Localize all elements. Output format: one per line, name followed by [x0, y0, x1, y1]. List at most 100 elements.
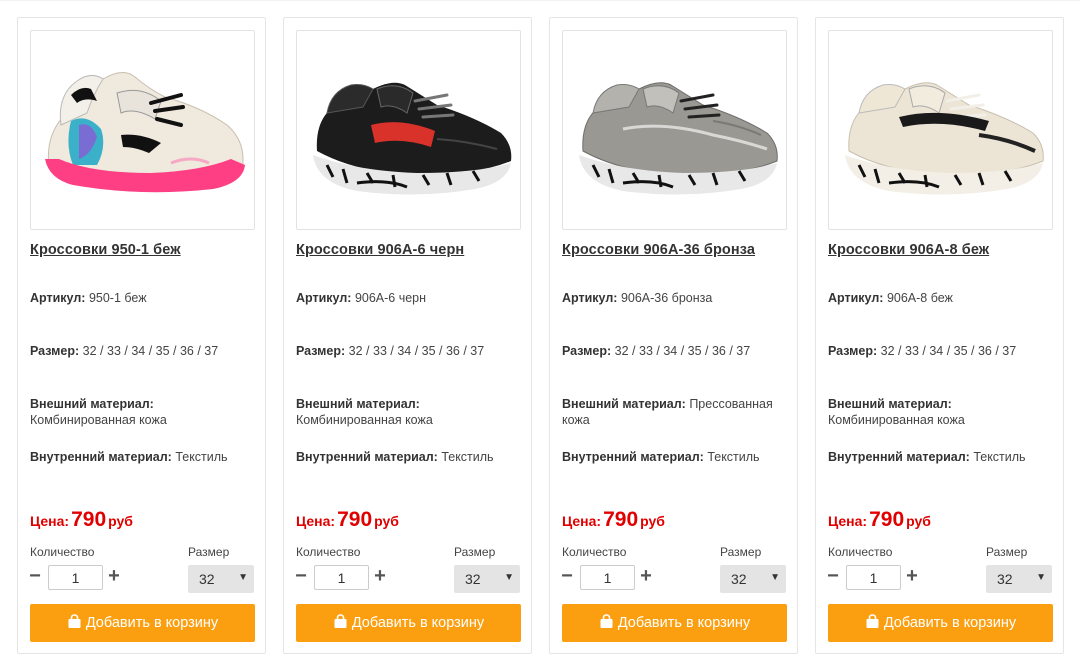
add-to-cart-label: Добавить в корзину [351, 615, 485, 631]
price-currency: руб [906, 513, 931, 529]
size-select-value: 32 [997, 571, 1013, 587]
size-select[interactable]: 32 ▼ [454, 565, 520, 593]
size-select[interactable]: 32 ▼ [720, 565, 786, 593]
add-to-cart-button[interactable]: Добавить в корзину [30, 604, 255, 642]
size-label: Размер: [296, 344, 346, 358]
product-sizes: Размер: 32 / 33 / 34 / 35 / 36 / 37 [30, 343, 258, 359]
article-value: 906А-36 бронза [620, 291, 713, 305]
product-image[interactable] [828, 30, 1053, 230]
size-select-value: 32 [465, 571, 481, 587]
add-to-cart-button[interactable]: Добавить в корзину [562, 604, 787, 642]
size-select-label: Размер [986, 545, 1028, 559]
top-divider [0, 0, 1080, 1]
quantity-input[interactable] [846, 565, 901, 590]
quantity-increase-button[interactable]: + [372, 566, 388, 588]
product-price: Цена:790 руб [828, 508, 931, 532]
inner-material-label: Внутренний материал: [30, 450, 172, 464]
quantity-decrease-button[interactable]: − [27, 566, 43, 588]
size-select-value: 32 [731, 571, 747, 587]
product-sizes: Размер: 32 / 33 / 34 / 35 / 36 / 37 [828, 343, 1056, 359]
quantity-decrease-button[interactable]: − [293, 566, 309, 588]
product-title-link[interactable]: Кроссовки 906А-6 черн [296, 242, 464, 258]
price-currency: руб [640, 513, 665, 529]
price-value: 790 [603, 508, 639, 531]
dropdown-arrow-icon: ▼ [504, 572, 514, 583]
outer-material-value: Комбинированная кожа [30, 413, 167, 427]
size-select[interactable]: 32 ▼ [188, 565, 254, 593]
quantity-label: Количество [30, 545, 95, 559]
size-select-value: 32 [199, 571, 215, 587]
product-inner-material: Внутренний материал: Текстиль [828, 449, 1056, 465]
dropdown-arrow-icon: ▼ [1036, 572, 1046, 583]
price-label: Цена: [296, 513, 336, 529]
product-card: Кроссовки 906А-8 беж Артикул: 906А-8 беж… [815, 17, 1064, 654]
add-to-cart-button[interactable]: Добавить в корзину [828, 604, 1053, 642]
article-label: Артикул: [30, 291, 86, 305]
product-card: Кроссовки 950-1 беж Артикул: 950-1 беж Р… [17, 17, 266, 654]
black-sneaker-image [313, 82, 512, 195]
article-label: Артикул: [562, 291, 618, 305]
quantity-label: Количество [828, 545, 893, 559]
dropdown-arrow-icon: ▼ [238, 572, 248, 583]
product-article: Артикул: 906А-8 беж [828, 290, 1056, 306]
article-value: 950-1 беж [88, 291, 147, 305]
product-image[interactable] [30, 30, 255, 230]
product-title-link[interactable]: Кроссовки 906А-8 беж [828, 242, 989, 258]
product-card: Кроссовки 906А-36 бронза Артикул: 906А-3… [549, 17, 798, 654]
quantity-input[interactable] [314, 565, 369, 590]
quantity-increase-button[interactable]: + [638, 566, 654, 588]
size-select-label: Размер [188, 545, 230, 559]
dropdown-arrow-icon: ▼ [770, 572, 780, 583]
inner-material-value: Текстиль [973, 450, 1026, 464]
outer-material-label: Внешний материал: [828, 397, 952, 411]
quantity-increase-button[interactable]: + [904, 566, 920, 588]
outer-material-label: Внешний материал: [296, 397, 420, 411]
product-article: Артикул: 906А-6 черн [296, 290, 524, 306]
size-label: Размер: [30, 344, 80, 358]
price-value: 790 [869, 508, 905, 531]
sizes-value: 32 / 33 / 34 / 35 / 36 / 37 [348, 344, 485, 358]
product-image[interactable] [296, 30, 521, 230]
shopping-bag-icon [600, 614, 613, 628]
quantity-decrease-button[interactable]: − [559, 566, 575, 588]
article-value: 906А-8 беж [886, 291, 953, 305]
article-label: Артикул: [296, 291, 352, 305]
product-article: Артикул: 906А-36 бронза [562, 290, 790, 306]
shopping-bag-icon [866, 614, 879, 628]
size-label: Размер: [562, 344, 612, 358]
quantity-decrease-button[interactable]: − [825, 566, 841, 588]
product-sizes: Размер: 32 / 33 / 34 / 35 / 36 / 37 [296, 343, 524, 359]
sizes-value: 32 / 33 / 34 / 35 / 36 / 37 [880, 344, 1017, 358]
article-label: Артикул: [828, 291, 884, 305]
price-label: Цена: [562, 513, 602, 529]
outer-material-value: Комбинированная кожа [828, 413, 965, 427]
product-outer-material: Внешний материал: Комбинированная кожа [828, 396, 1056, 428]
product-title-link[interactable]: Кроссовки 950-1 беж [30, 242, 181, 258]
product-title-link[interactable]: Кроссовки 906А-36 бронза [562, 242, 755, 258]
outer-material-value: Комбинированная кожа [296, 413, 433, 427]
outer-material-label: Внешний материал: [562, 397, 686, 411]
outer-material-label: Внешний материал: [30, 397, 154, 411]
size-select[interactable]: 32 ▼ [986, 565, 1052, 593]
product-outer-material: Внешний материал: Прессованная кожа [562, 396, 790, 428]
quantity-increase-button[interactable]: + [106, 566, 122, 588]
product-price: Цена:790 руб [30, 508, 133, 532]
product-inner-material: Внутренний материал: Текстиль [562, 449, 790, 465]
quantity-input[interactable] [48, 565, 103, 590]
product-inner-material: Внутренний материал: Текстиль [30, 449, 258, 465]
add-to-cart-label: Добавить в корзину [883, 615, 1017, 631]
quantity-input[interactable] [580, 565, 635, 590]
add-to-cart-label: Добавить в корзину [85, 615, 219, 631]
product-sizes: Размер: 32 / 33 / 34 / 35 / 36 / 37 [562, 343, 790, 359]
add-to-cart-button[interactable]: Добавить в корзину [296, 604, 521, 642]
product-image[interactable] [562, 30, 787, 230]
article-value: 906А-6 черн [354, 291, 427, 305]
product-price: Цена:790 руб [296, 508, 399, 532]
price-currency: руб [374, 513, 399, 529]
product-inner-material: Внутренний материал: Текстиль [296, 449, 524, 465]
price-currency: руб [108, 513, 133, 529]
sizes-value: 32 / 33 / 34 / 35 / 36 / 37 [82, 344, 219, 358]
product-card: Кроссовки 906А-6 черн Артикул: 906А-6 че… [283, 17, 532, 654]
inner-material-label: Внутренний материал: [296, 450, 438, 464]
price-value: 790 [337, 508, 373, 531]
